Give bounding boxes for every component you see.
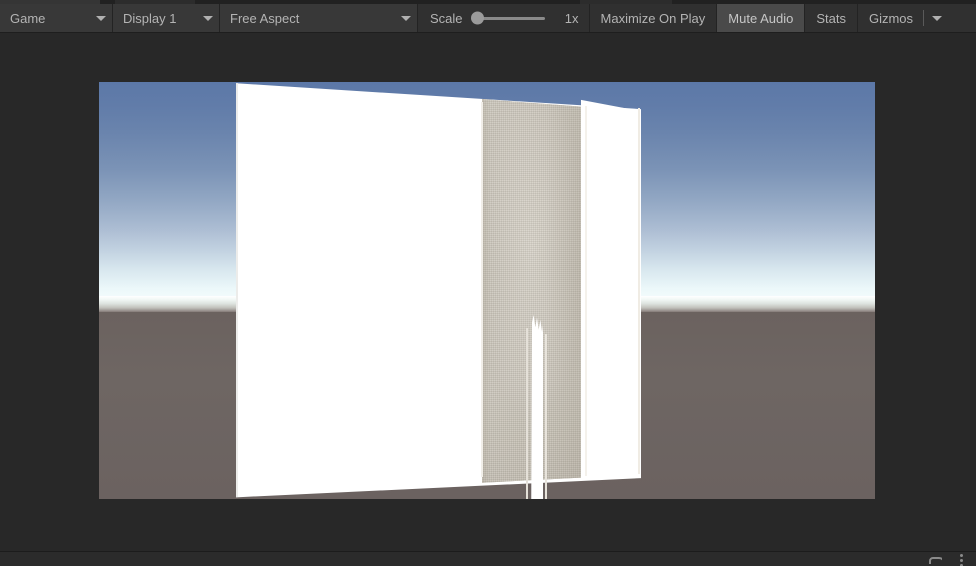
aspect-ratio-dropdown[interactable]: Free Aspect xyxy=(220,4,418,32)
scale-slider[interactable] xyxy=(470,11,545,25)
status-bar xyxy=(0,551,976,566)
scale-control: Scale 1x xyxy=(418,4,590,32)
unity-editor-window: Game Display 1 Free Aspect Scale 1x Maxi… xyxy=(0,0,976,566)
display-dropdown[interactable]: Display 1 xyxy=(113,4,220,32)
vertical-slot-right-edge xyxy=(545,334,547,499)
white-wall-right xyxy=(581,99,641,480)
game-view-toolbar: Game Display 1 Free Aspect Scale 1x Maxi… xyxy=(0,4,976,33)
view-type-label: Game xyxy=(10,10,46,26)
view-type-dropdown[interactable]: Game xyxy=(0,4,113,32)
chevron-down-icon xyxy=(96,15,106,21)
aspect-ratio-label: Free Aspect xyxy=(230,10,300,26)
game-view-panel xyxy=(0,33,976,551)
status-bar-icons xyxy=(928,552,964,566)
gizmos-label: Gizmos xyxy=(868,10,914,26)
gizmos-divider xyxy=(923,10,925,26)
display-label: Display 1 xyxy=(123,10,177,26)
mute-audio-button[interactable]: Mute Audio xyxy=(717,4,806,32)
maximize-on-play-button[interactable]: Maximize On Play xyxy=(589,4,718,32)
stone-panel-right-seam xyxy=(585,106,587,476)
white-wall-left-seam xyxy=(236,83,238,497)
gizmos-button[interactable]: Gizmos xyxy=(857,4,955,32)
vertical-slot-left-edge xyxy=(526,328,528,499)
scale-value: 1x xyxy=(564,10,579,26)
stone-panel-left-seam xyxy=(481,102,483,477)
vertical-slot xyxy=(531,315,543,499)
stats-button[interactable]: Stats xyxy=(805,4,858,32)
game-viewport[interactable] xyxy=(99,82,875,499)
cloud-icon[interactable] xyxy=(928,555,942,564)
scale-label: Scale xyxy=(430,10,463,26)
white-wall-right-seam xyxy=(638,108,640,474)
kebab-menu-icon[interactable] xyxy=(960,553,964,566)
chevron-down-icon xyxy=(401,15,411,21)
chevron-down-icon xyxy=(203,15,213,21)
scale-slider-handle[interactable] xyxy=(470,11,484,25)
chevron-down-icon[interactable] xyxy=(932,15,943,21)
